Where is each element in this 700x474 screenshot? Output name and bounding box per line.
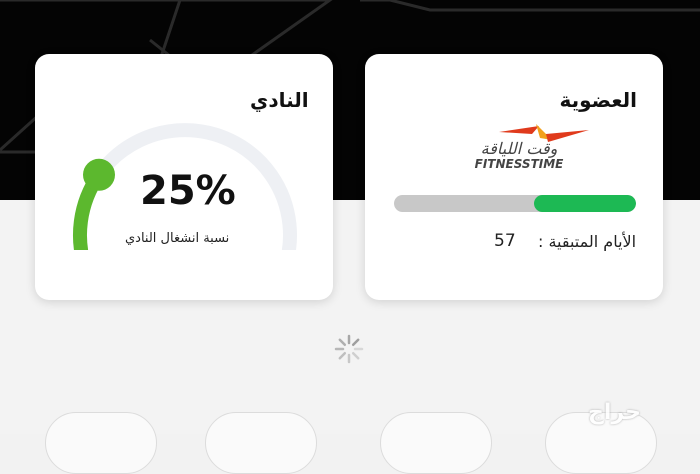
bottom-action-3[interactable]	[380, 412, 492, 474]
spinner-spoke	[338, 338, 347, 347]
membership-progress-bar	[394, 195, 636, 212]
club-title: النادي	[250, 88, 309, 112]
remaining-days-value: 57	[494, 231, 516, 251]
gauge-knob	[83, 158, 115, 191]
fitness-time-logo: وقت اللياقة FITNESSTIME	[475, 124, 589, 171]
spinner-spoke	[338, 351, 347, 360]
bottom-action-1[interactable]	[45, 412, 157, 474]
spinner-spoke	[351, 351, 360, 360]
logo-arabic-text: وقت اللياقة	[481, 139, 558, 158]
occupancy-percent: 25%	[140, 168, 236, 214]
bottom-action-2[interactable]	[205, 412, 317, 474]
loading-spinner-icon	[334, 334, 364, 364]
membership-progress-fill	[534, 195, 636, 212]
remaining-days-label: الأيام المتبقية :	[538, 232, 637, 251]
membership-title: العضوية	[559, 88, 637, 112]
logo-latin-text: FITNESSTIME	[475, 157, 565, 171]
spinner-spoke	[351, 338, 360, 347]
occupancy-label: نسبة انشغال النادي	[125, 231, 230, 246]
watermark: حراج	[588, 400, 641, 425]
